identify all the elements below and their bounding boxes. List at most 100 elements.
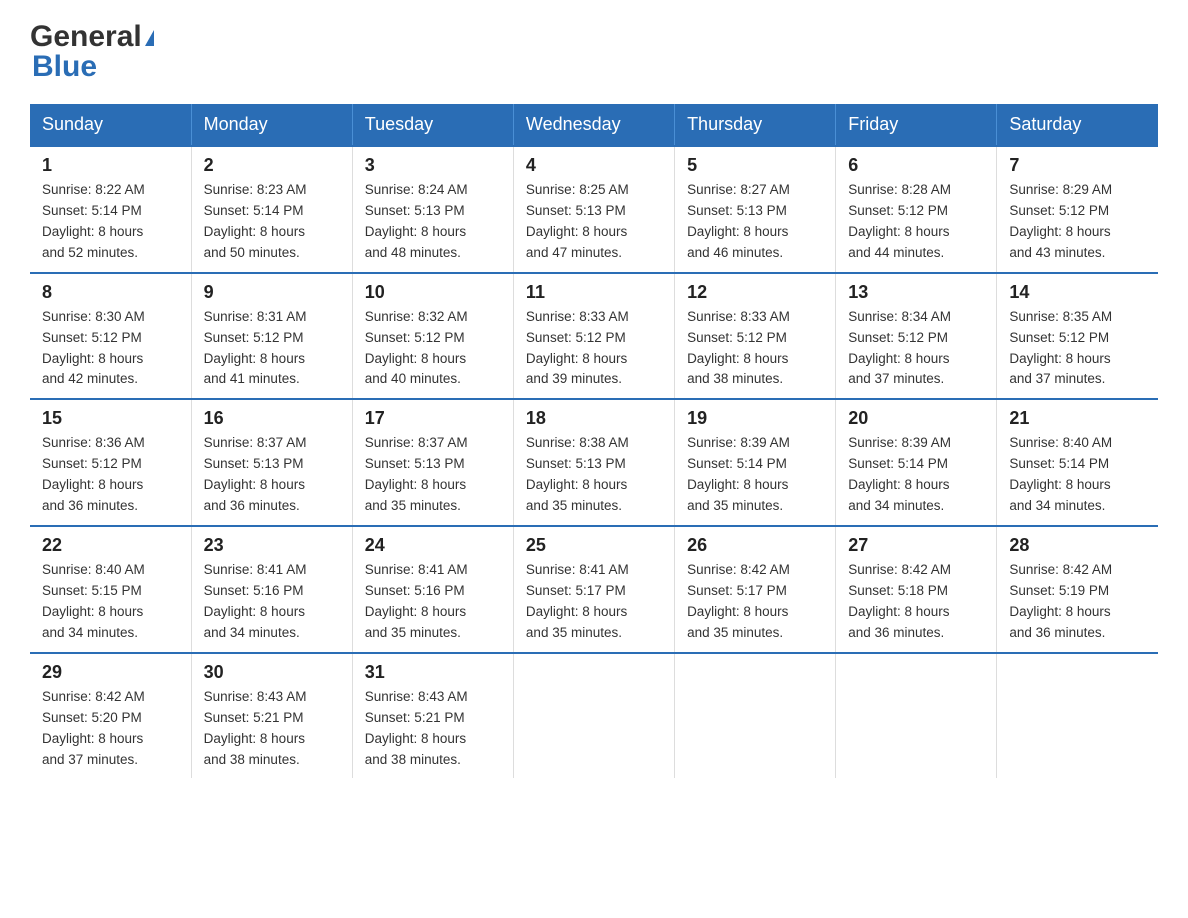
calendar-cell: 31Sunrise: 8:43 AMSunset: 5:21 PMDayligh… bbox=[352, 653, 513, 779]
day-info: Sunrise: 8:22 AMSunset: 5:14 PMDaylight:… bbox=[42, 180, 179, 264]
day-number: 7 bbox=[1009, 155, 1146, 176]
calendar-cell: 14 Sunrise: 8:35 AMSunset: 5:12 PMDayligh… bbox=[997, 273, 1158, 400]
day-info: Sunrise: 8:37 AMSunset: 5:13 PMDaylight:… bbox=[204, 433, 340, 517]
day-number: 17 bbox=[365, 408, 501, 429]
calendar-cell: 9 Sunrise: 8:31 AMSunset: 5:12 PMDaylight… bbox=[191, 273, 352, 400]
day-info: Sunrise: 8:42 AMSunset: 5:20 PMDaylight:… bbox=[42, 687, 179, 771]
column-header-saturday: Saturday bbox=[997, 104, 1158, 146]
day-info: Sunrise: 8:36 AMSunset: 5:12 PMDaylight:… bbox=[42, 433, 179, 517]
day-number: 28 bbox=[1009, 535, 1146, 556]
day-number: 5 bbox=[687, 155, 823, 176]
day-info: Sunrise: 8:37 AMSunset: 5:13 PMDaylight:… bbox=[365, 433, 501, 517]
column-header-monday: Monday bbox=[191, 104, 352, 146]
calendar-cell: 28 Sunrise: 8:42 AMSunset: 5:19 PMDayligh… bbox=[997, 526, 1158, 653]
day-number: 15 bbox=[42, 408, 179, 429]
day-number: 8 bbox=[42, 282, 179, 303]
calendar-cell: 3 Sunrise: 8:24 AMSunset: 5:13 PMDaylight… bbox=[352, 146, 513, 273]
calendar-cell: 7 Sunrise: 8:29 AMSunset: 5:12 PMDaylight… bbox=[997, 146, 1158, 273]
calendar-cell: 8 Sunrise: 8:30 AMSunset: 5:12 PMDaylight… bbox=[30, 273, 191, 400]
calendar-cell: 6Sunrise: 8:28 AMSunset: 5:12 PMDaylight… bbox=[836, 146, 997, 273]
calendar-cell: 5 Sunrise: 8:27 AMSunset: 5:13 PMDaylight… bbox=[675, 146, 836, 273]
column-header-friday: Friday bbox=[836, 104, 997, 146]
calendar-cell: 23Sunrise: 8:41 AMSunset: 5:16 PMDayligh… bbox=[191, 526, 352, 653]
day-info: Sunrise: 8:24 AMSunset: 5:13 PMDaylight:… bbox=[365, 180, 501, 264]
day-number: 21 bbox=[1009, 408, 1146, 429]
day-info: Sunrise: 8:43 AMSunset: 5:21 PMDaylight:… bbox=[204, 687, 340, 771]
week-row-2: 8 Sunrise: 8:30 AMSunset: 5:12 PMDaylight… bbox=[30, 273, 1158, 400]
day-info: Sunrise: 8:34 AMSunset: 5:12 PMDaylight:… bbox=[848, 307, 984, 391]
day-info: Sunrise: 8:35 AMSunset: 5:12 PMDaylight:… bbox=[1009, 307, 1146, 391]
day-number: 4 bbox=[526, 155, 662, 176]
day-info: Sunrise: 8:23 AMSunset: 5:14 PMDaylight:… bbox=[204, 180, 340, 264]
day-info: Sunrise: 8:32 AMSunset: 5:12 PMDaylight:… bbox=[365, 307, 501, 391]
calendar-cell: 11 Sunrise: 8:33 AMSunset: 5:12 PMDayligh… bbox=[513, 273, 674, 400]
week-row-5: 29 Sunrise: 8:42 AMSunset: 5:20 PMDayligh… bbox=[30, 653, 1158, 779]
day-number: 12 bbox=[687, 282, 823, 303]
day-info: Sunrise: 8:42 AMSunset: 5:17 PMDaylight:… bbox=[687, 560, 823, 644]
calendar-cell: 4 Sunrise: 8:25 AMSunset: 5:13 PMDaylight… bbox=[513, 146, 674, 273]
calendar-cell: 30 Sunrise: 8:43 AMSunset: 5:21 PMDayligh… bbox=[191, 653, 352, 779]
calendar-cell bbox=[675, 653, 836, 779]
column-header-wednesday: Wednesday bbox=[513, 104, 674, 146]
day-number: 30 bbox=[204, 662, 340, 683]
logo-general-text: General bbox=[30, 20, 142, 54]
calendar-cell bbox=[997, 653, 1158, 779]
day-number: 27 bbox=[848, 535, 984, 556]
day-info: Sunrise: 8:39 AMSunset: 5:14 PMDaylight:… bbox=[687, 433, 823, 517]
column-header-thursday: Thursday bbox=[675, 104, 836, 146]
day-number: 14 bbox=[1009, 282, 1146, 303]
calendar-cell: 24 Sunrise: 8:41 AMSunset: 5:16 PMDayligh… bbox=[352, 526, 513, 653]
day-info: Sunrise: 8:43 AMSunset: 5:21 PMDaylight:… bbox=[365, 687, 501, 771]
calendar-cell bbox=[513, 653, 674, 779]
calendar-cell: 20Sunrise: 8:39 AMSunset: 5:14 PMDayligh… bbox=[836, 399, 997, 526]
day-info: Sunrise: 8:25 AMSunset: 5:13 PMDaylight:… bbox=[526, 180, 662, 264]
calendar-cell: 10 Sunrise: 8:32 AMSunset: 5:12 PMDayligh… bbox=[352, 273, 513, 400]
calendar-cell: 16 Sunrise: 8:37 AMSunset: 5:13 PMDayligh… bbox=[191, 399, 352, 526]
day-info: Sunrise: 8:27 AMSunset: 5:13 PMDaylight:… bbox=[687, 180, 823, 264]
day-number: 3 bbox=[365, 155, 501, 176]
calendar-cell: 18 Sunrise: 8:38 AMSunset: 5:13 PMDayligh… bbox=[513, 399, 674, 526]
column-header-tuesday: Tuesday bbox=[352, 104, 513, 146]
week-row-3: 15 Sunrise: 8:36 AMSunset: 5:12 PMDayligh… bbox=[30, 399, 1158, 526]
day-info: Sunrise: 8:33 AMSunset: 5:12 PMDaylight:… bbox=[526, 307, 662, 391]
week-row-4: 22 Sunrise: 8:40 AMSunset: 5:15 PMDayligh… bbox=[30, 526, 1158, 653]
calendar-cell: 12 Sunrise: 8:33 AMSunset: 5:12 PMDayligh… bbox=[675, 273, 836, 400]
calendar-table: SundayMondayTuesdayWednesdayThursdayFrid… bbox=[30, 104, 1158, 778]
calendar-cell: 1 Sunrise: 8:22 AMSunset: 5:14 PMDaylight… bbox=[30, 146, 191, 273]
header: General Blue bbox=[30, 20, 1158, 84]
day-number: 1 bbox=[42, 155, 179, 176]
day-info: Sunrise: 8:40 AMSunset: 5:15 PMDaylight:… bbox=[42, 560, 179, 644]
logo-arrow-icon bbox=[145, 30, 154, 46]
day-number: 9 bbox=[204, 282, 340, 303]
day-number: 11 bbox=[526, 282, 662, 303]
calendar-cell: 2 Sunrise: 8:23 AMSunset: 5:14 PMDaylight… bbox=[191, 146, 352, 273]
day-info: Sunrise: 8:42 AMSunset: 5:19 PMDaylight:… bbox=[1009, 560, 1146, 644]
calendar-cell: 21 Sunrise: 8:40 AMSunset: 5:14 PMDayligh… bbox=[997, 399, 1158, 526]
day-info: Sunrise: 8:33 AMSunset: 5:12 PMDaylight:… bbox=[687, 307, 823, 391]
day-number: 6 bbox=[848, 155, 984, 176]
day-info: Sunrise: 8:40 AMSunset: 5:14 PMDaylight:… bbox=[1009, 433, 1146, 517]
calendar-cell: 17 Sunrise: 8:37 AMSunset: 5:13 PMDayligh… bbox=[352, 399, 513, 526]
day-info: Sunrise: 8:29 AMSunset: 5:12 PMDaylight:… bbox=[1009, 180, 1146, 264]
day-number: 2 bbox=[204, 155, 340, 176]
day-number: 24 bbox=[365, 535, 501, 556]
calendar-cell: 26 Sunrise: 8:42 AMSunset: 5:17 PMDayligh… bbox=[675, 526, 836, 653]
calendar-cell: 22 Sunrise: 8:40 AMSunset: 5:15 PMDayligh… bbox=[30, 526, 191, 653]
calendar-cell: 19Sunrise: 8:39 AMSunset: 5:14 PMDayligh… bbox=[675, 399, 836, 526]
day-info: Sunrise: 8:38 AMSunset: 5:13 PMDaylight:… bbox=[526, 433, 662, 517]
day-number: 22 bbox=[42, 535, 179, 556]
calendar-cell: 29 Sunrise: 8:42 AMSunset: 5:20 PMDayligh… bbox=[30, 653, 191, 779]
day-number: 18 bbox=[526, 408, 662, 429]
calendar-cell: 15 Sunrise: 8:36 AMSunset: 5:12 PMDayligh… bbox=[30, 399, 191, 526]
day-number: 10 bbox=[365, 282, 501, 303]
column-header-sunday: Sunday bbox=[30, 104, 191, 146]
day-number: 26 bbox=[687, 535, 823, 556]
day-number: 25 bbox=[526, 535, 662, 556]
day-number: 29 bbox=[42, 662, 179, 683]
day-number: 13 bbox=[848, 282, 984, 303]
day-info: Sunrise: 8:41 AMSunset: 5:16 PMDaylight:… bbox=[365, 560, 501, 644]
day-number: 16 bbox=[204, 408, 340, 429]
day-info: Sunrise: 8:31 AMSunset: 5:12 PMDaylight:… bbox=[204, 307, 340, 391]
day-info: Sunrise: 8:30 AMSunset: 5:12 PMDaylight:… bbox=[42, 307, 179, 391]
calendar-cell: 27Sunrise: 8:42 AMSunset: 5:18 PMDayligh… bbox=[836, 526, 997, 653]
